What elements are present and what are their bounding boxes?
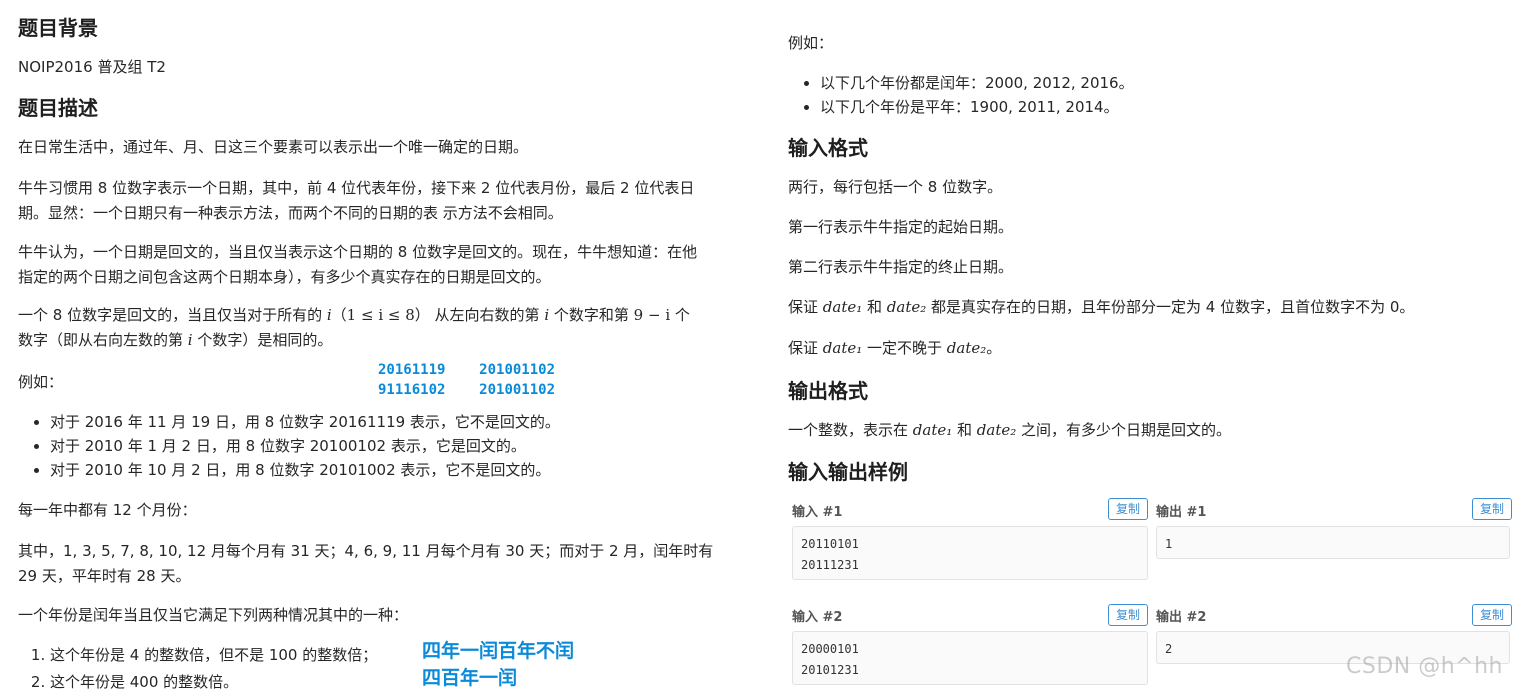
sample-line: 20000101 bbox=[801, 642, 859, 656]
list-item: 对于 2010 年 10 月 2 日，用 8 位数字 20101002 表示，它… bbox=[50, 458, 560, 482]
leap-examples-list: 以下几个年份都是闰年：2000, 2012, 2016。 以下几个年份是平年：1… bbox=[788, 71, 1134, 119]
description-heading: 题目描述 bbox=[18, 96, 98, 120]
list-item: 以下几个年份都是闰年：2000, 2012, 2016。 bbox=[820, 71, 1134, 95]
sample-input-2-box: 20000101 20101231 bbox=[792, 631, 1148, 685]
out-b: 和 bbox=[952, 421, 977, 439]
sample-input-1-label: 输入 #1 bbox=[792, 505, 843, 520]
months-text: 每一年中都有 12 个月份： bbox=[18, 501, 197, 519]
input-format-heading: 输入格式 bbox=[788, 136, 868, 160]
p4-text-f: 个数字）是相同的。 bbox=[192, 331, 333, 349]
p2-line2: 期。显然：一个日期只有一种表示方法，而两个不同的日期的表 示方法不会相同。 bbox=[18, 204, 563, 222]
math-date1: date₁ bbox=[822, 339, 863, 357]
in5-c: 。 bbox=[986, 339, 1002, 357]
sample-output-1-label: 输出 #1 bbox=[1156, 505, 1207, 520]
list-item: 对于 2010 年 1 月 2 日，用 8 位数字 20100102 表示，它是… bbox=[50, 434, 560, 458]
days-text: 其中，1, 3, 5, 7, 8, 10, 12 月每个月有 31 天；4, 6… bbox=[18, 539, 748, 589]
in4-b: 和 bbox=[862, 298, 887, 316]
background-heading: 题目背景 bbox=[18, 16, 98, 40]
math-date1: date₁ bbox=[822, 298, 863, 316]
input-format-line-1: 两行，每行包括一个 8 位数字。 bbox=[788, 178, 1003, 196]
right-example-label: 例如： bbox=[788, 34, 834, 52]
out-a: 一个整数，表示在 bbox=[788, 421, 913, 439]
math-date2: date₂ bbox=[886, 298, 927, 316]
sample-line: 20110101 bbox=[801, 537, 859, 551]
leap-annotation-2: 四百年一闰 bbox=[422, 667, 518, 689]
sample-line: 20101231 bbox=[801, 663, 859, 677]
samples-heading: 输入输出样例 bbox=[788, 460, 908, 484]
copy-input-1-button[interactable]: 复制 bbox=[1108, 498, 1148, 520]
list-item: 这个年份是 400 的整数倍。 bbox=[50, 669, 377, 696]
p4-text-a: 一个 8 位数字是回文的，当且仅当对于所有的 bbox=[18, 306, 327, 324]
copy-output-2-button[interactable]: 复制 bbox=[1472, 604, 1512, 626]
sample-line: 1 bbox=[1165, 537, 1173, 551]
math-9-minus-i: 9 − i bbox=[633, 306, 671, 324]
palindrome-annotation: 20161119 201001102 91116102 201001102 bbox=[378, 360, 555, 400]
sample-output-2-label: 输出 #2 bbox=[1156, 610, 1207, 625]
p4-text-d: 个 bbox=[670, 306, 690, 324]
output-format-heading: 输出格式 bbox=[788, 379, 868, 403]
description-p3: 牛牛认为，一个日期是回文的，当且仅当表示这个日期的 8 位数字是回文的。现在，牛… bbox=[18, 240, 748, 290]
description-p1: 在日常生活中，通过年、月、日这三个要素可以表示出一个唯一确定的日期。 bbox=[18, 138, 529, 156]
math-date2: date₂ bbox=[976, 421, 1017, 439]
out-c: 之间，有多少个日期是回文的。 bbox=[1016, 421, 1232, 439]
background-text: NOIP2016 普及组 T2 bbox=[18, 58, 166, 76]
p4-text-e: 数字（即从右向左数的第 bbox=[18, 331, 188, 349]
description-p2: 牛牛习惯用 8 位数字表示一个日期，其中，前 4 位代表年份，接下来 2 位代表… bbox=[18, 176, 748, 226]
list-item: 对于 2016 年 11 月 19 日，用 8 位数字 20161119 表示，… bbox=[50, 410, 560, 434]
annot-r1a: 20161119 bbox=[378, 362, 446, 378]
leap-rules-list: 这个年份是 4 的整数倍，但不是 100 的整数倍； 这个年份是 400 的整数… bbox=[18, 642, 377, 696]
date-examples-list: 对于 2016 年 11 月 19 日，用 8 位数字 20161119 表示，… bbox=[18, 410, 560, 482]
p4-text-c: 个数字和第 bbox=[549, 306, 634, 324]
p4-text-b: 从左向右数的第 bbox=[429, 306, 545, 324]
math-date1: date₁ bbox=[912, 421, 953, 439]
sample-output-1-box: 1 bbox=[1156, 526, 1510, 559]
days-line1: 其中，1, 3, 5, 7, 8, 10, 12 月每个月有 31 天；4, 6… bbox=[18, 542, 714, 560]
sample-input-2-label: 输入 #2 bbox=[792, 610, 843, 625]
description-p4: 一个 8 位数字是回文的，当且仅当对于所有的 i（1 ≤ i ≤ 8） 从左向右… bbox=[18, 303, 748, 353]
copy-output-1-button[interactable]: 复制 bbox=[1472, 498, 1512, 520]
output-format-text: 一个整数，表示在 date₁ 和 date₂ 之间，有多少个日期是回文的。 bbox=[788, 418, 1514, 443]
annot-r2a: 91116102 bbox=[378, 382, 446, 398]
annot-r1b: 201001102 bbox=[479, 362, 556, 378]
math-range: （1 ≤ i ≤ 8） bbox=[331, 306, 430, 324]
list-item: 以下几个年份是平年：1900, 2011, 2014。 bbox=[820, 95, 1134, 119]
input-format-line-3: 第二行表示牛牛指定的终止日期。 bbox=[788, 258, 1014, 276]
in5-b: 一定不晚于 bbox=[862, 339, 947, 357]
list-item: 这个年份是 4 的整数倍，但不是 100 的整数倍； bbox=[50, 642, 377, 669]
p3-line1: 牛牛认为，一个日期是回文的，当且仅当表示这个日期的 8 位数字是回文的。现在，牛… bbox=[18, 243, 698, 261]
csdn-watermark: CSDN @h^hh bbox=[1346, 654, 1503, 679]
sample-input-1-box: 20110101 20111231 bbox=[792, 526, 1148, 580]
sample-line: 20111231 bbox=[801, 558, 859, 572]
annot-r2b: 201001102 bbox=[479, 382, 556, 398]
in4-c: 都是真实存在的日期，且年份部分一定为 4 位数字，且首位数字不为 0。 bbox=[926, 298, 1415, 316]
p2-line1: 牛牛习惯用 8 位数字表示一个日期，其中，前 4 位代表年份，接下来 2 位代表… bbox=[18, 179, 695, 197]
in4-a: 保证 bbox=[788, 298, 823, 316]
input-format-line-4: 保证 date₁ 和 date₂ 都是真实存在的日期，且年份部分一定为 4 位数… bbox=[788, 295, 1514, 320]
input-format-line-5: 保证 date₁ 一定不晚于 date₂。 bbox=[788, 336, 1514, 361]
leap-annotation-1: 四年一闰百年不闰 bbox=[422, 640, 575, 662]
in5-a: 保证 bbox=[788, 339, 823, 357]
p3-line2: 指定的两个日期之间包含这两个日期本身），有多少个真实存在的日期是回文的。 bbox=[18, 268, 551, 286]
copy-input-2-button[interactable]: 复制 bbox=[1108, 604, 1148, 626]
leap-text: 一个年份是闰年当且仅当它满足下列两种情况其中的一种： bbox=[18, 606, 409, 624]
days-line2: 29 天，平年时有 28 天。 bbox=[18, 567, 191, 585]
math-date2: date₂ bbox=[946, 339, 987, 357]
input-format-line-2: 第一行表示牛牛指定的起始日期。 bbox=[788, 218, 1014, 236]
